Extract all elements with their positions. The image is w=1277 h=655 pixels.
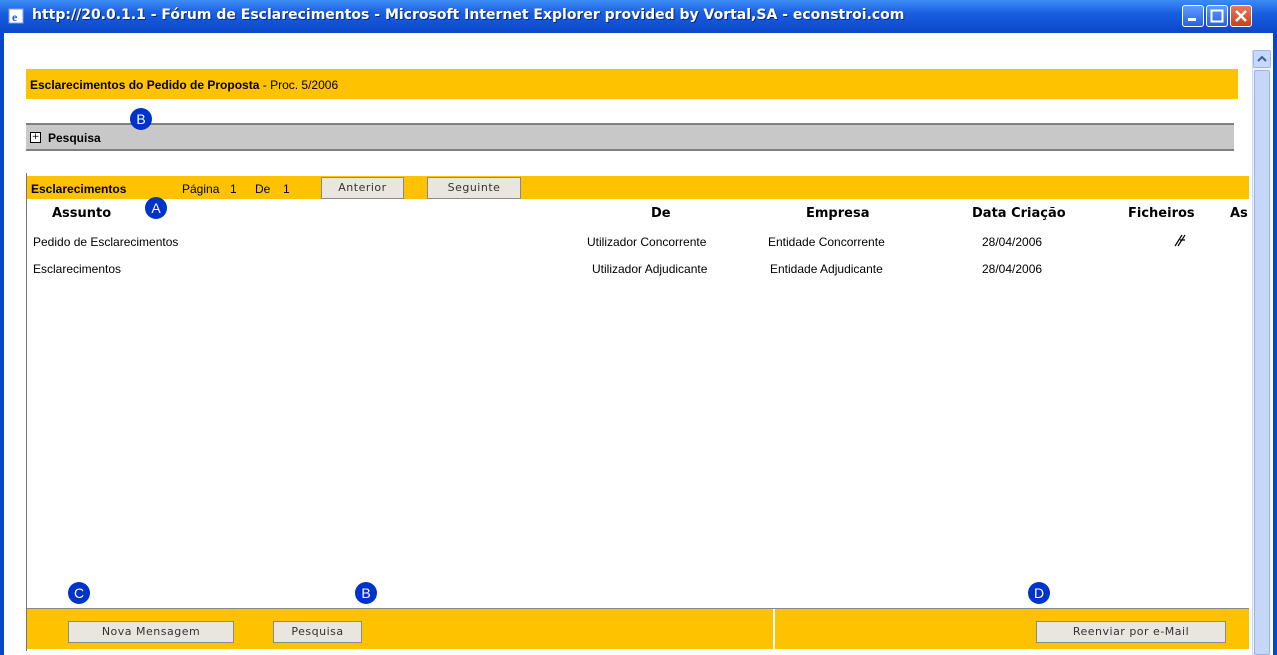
search-section-label[interactable]: Pesquisa [48,131,101,145]
resend-email-button[interactable]: Reenviar por e-Mail [1036,621,1226,643]
column-header-assunto[interactable]: Assunto [52,206,111,221]
page-header-bar: Esclarecimentos do Pedido de Proposta - … [26,69,1238,99]
page-label: Página [182,182,220,196]
scroll-thumb[interactable] [1254,70,1270,655]
column-header-as[interactable]: As [1230,206,1248,221]
search-button[interactable]: Pesquisa [273,621,362,643]
ie-icon: e [8,8,24,24]
column-header-data-criacao[interactable]: Data Criação [972,206,1066,221]
annotation-badge-d: D [1028,582,1050,604]
annotation-badge-b-bottom: B [355,582,377,604]
scroll-up-button[interactable] [1253,50,1271,68]
cell-empresa: Entidade Adjudicante [770,262,883,276]
paperclip-icon[interactable] [1171,231,1189,249]
page-number: 1 [230,182,237,196]
list-title: Esclarecimentos [31,182,127,196]
page-title-main: Esclarecimentos do Pedido de Proposta [30,78,260,92]
next-page-button[interactable]: Seguinte [427,177,521,199]
list-toolbar: Esclarecimentos Página 1 De 1 Anterior S… [27,176,1249,199]
expand-icon[interactable]: + [30,132,41,143]
footer-divider [773,609,775,649]
cell-data-criacao: 28/04/2006 [982,235,1043,249]
minimize-button[interactable] [1182,5,1204,27]
maximize-button[interactable] [1206,5,1228,27]
cell-assunto[interactable]: Esclarecimentos [33,262,121,276]
search-section[interactable]: + Pesquisa [26,123,1234,151]
cell-de: Utilizador Adjudicante [592,262,708,276]
proc-number: - Proc. 5/2006 [259,78,339,92]
vertical-scrollbar[interactable] [1252,50,1271,655]
previous-page-button[interactable]: Anterior [321,177,404,199]
footer-toolbar: Nova Mensagem Pesquisa Reenviar por e-Ma… [27,608,1249,649]
page-title: Esclarecimentos do Pedido de Proposta - … [30,78,338,92]
minimize-icon [1188,18,1196,21]
cell-data-criacao: 28/04/2006 [982,262,1043,276]
close-icon [1235,10,1247,22]
total-pages: 1 [283,182,290,196]
cell-assunto[interactable]: Pedido de Esclarecimentos [33,235,178,249]
annotation-badge-b-top: B [130,108,152,130]
svg-text:e: e [12,10,18,24]
column-header-empresa[interactable]: Empresa [806,206,869,221]
of-label: De [255,182,271,196]
new-message-button[interactable]: Nova Mensagem [68,621,234,643]
annotation-badge-a: A [145,197,167,219]
column-header-ficheiros[interactable]: Ficheiros [1128,206,1195,221]
window-frame-right [1273,33,1277,655]
window-titlebar: e http://20.0.1.1 - Fórum de Esclarecime… [0,0,1277,33]
clarifications-panel: Esclarecimentos Página 1 De 1 Anterior S… [26,173,1249,651]
cell-empresa: Entidade Concorrente [768,235,885,249]
close-button[interactable] [1230,5,1252,27]
maximize-icon [1210,9,1224,23]
cell-de: Utilizador Concorrente [587,235,707,249]
annotation-badge-c: C [68,582,90,604]
window-title: http://20.0.1.1 - Fórum de Esclareciment… [32,7,905,23]
chevron-up-icon [1257,55,1267,62]
column-header-de[interactable]: De [651,206,671,221]
